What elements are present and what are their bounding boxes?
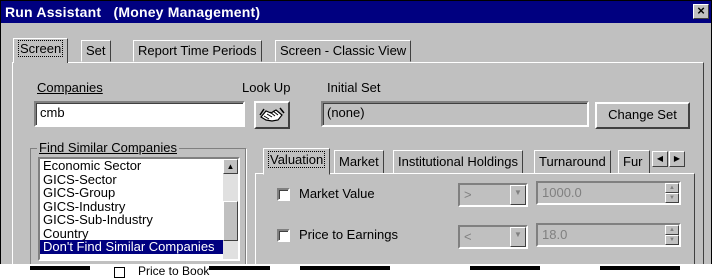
tab-scroll-left-icon[interactable]: ◀ bbox=[652, 151, 668, 167]
market-value-label: Market Value bbox=[299, 186, 375, 201]
subtab-market[interactable]: Market bbox=[334, 150, 384, 174]
tab-set[interactable]: Set bbox=[81, 40, 111, 62]
title-bar[interactable]: Run Assistant (Money Management) × bbox=[1, 1, 711, 23]
handshake-icon bbox=[259, 107, 285, 122]
initial-set-label: Initial Set bbox=[327, 80, 381, 95]
market-value-operator-select[interactable]: > ▼ bbox=[458, 183, 528, 207]
companies-input[interactable]: cmb bbox=[34, 101, 245, 127]
list-item[interactable]: GICS-Group bbox=[40, 186, 238, 200]
price-to-earnings-input[interactable]: 18.0 ▲ ▼ bbox=[536, 223, 681, 247]
price-to-earnings-operator-select[interactable]: < ▼ bbox=[458, 225, 528, 249]
find-similar-label: Find Similar Companies bbox=[37, 140, 179, 155]
spin-down-icon[interactable]: ▼ bbox=[665, 193, 679, 203]
redraw-artifact-strip: Price to Book bbox=[0, 264, 712, 278]
market-value-operator: > bbox=[464, 187, 472, 202]
subtab-fur[interactable]: Fur bbox=[618, 150, 650, 174]
close-icon[interactable]: × bbox=[693, 4, 709, 19]
market-value-checkbox[interactable] bbox=[277, 188, 290, 201]
price-to-book-label: Price to Book bbox=[138, 264, 210, 278]
tab-report-time-periods-label: Report Time Periods bbox=[138, 43, 257, 58]
subtab-turnaround[interactable]: Turnaround bbox=[534, 150, 611, 174]
tab-screen-label: Screen bbox=[18, 40, 64, 57]
price-to-book-checkbox[interactable] bbox=[114, 267, 125, 278]
lookup-button[interactable] bbox=[254, 101, 290, 129]
list-item[interactable]: GICS-Sector bbox=[40, 173, 238, 187]
initial-set-field: (none) bbox=[321, 101, 589, 127]
subtab-turnaround-label: Turnaround bbox=[539, 154, 606, 169]
spin-up-icon[interactable]: ▲ bbox=[665, 183, 679, 193]
window-title: Run Assistant (Money Management) bbox=[5, 4, 261, 20]
artifact-bar bbox=[300, 266, 390, 270]
price-to-earnings-operator: < bbox=[464, 229, 472, 244]
tab-screen-classic-view-label: Screen - Classic View bbox=[280, 43, 407, 58]
list-item[interactable]: Economic Sector bbox=[40, 159, 238, 173]
tab-report-time-periods[interactable]: Report Time Periods bbox=[133, 40, 262, 62]
listbox-scrollbar[interactable]: ▲ bbox=[223, 159, 238, 259]
spin-down-icon[interactable]: ▼ bbox=[665, 235, 679, 245]
price-to-earnings-label: Price to Earnings bbox=[299, 227, 398, 242]
list-item[interactable]: GICS-Industry bbox=[40, 200, 238, 214]
subtab-valuation-label: Valuation bbox=[268, 151, 326, 168]
tab-set-label: Set bbox=[86, 43, 106, 58]
tab-scroll-right-icon[interactable]: ▶ bbox=[669, 151, 685, 167]
artifact-bar bbox=[600, 266, 680, 270]
tab-screen[interactable]: Screen bbox=[13, 38, 69, 63]
price-to-earnings-checkbox[interactable] bbox=[277, 229, 290, 242]
subtab-fur-label: Fur bbox=[623, 154, 643, 169]
artifact-bar bbox=[30, 266, 90, 270]
dropdown-arrow-icon[interactable]: ▼ bbox=[510, 185, 526, 205]
find-similar-listbox[interactable]: Economic Sector GICS-Sector GICS-Group G… bbox=[38, 157, 240, 261]
subtab-market-label: Market bbox=[339, 154, 379, 169]
subtab-institutional-holdings-label: Institutional Holdings bbox=[398, 154, 518, 169]
list-item[interactable]: Country bbox=[40, 227, 238, 241]
dropdown-arrow-icon[interactable]: ▼ bbox=[510, 227, 526, 247]
scroll-up-icon[interactable]: ▲ bbox=[223, 159, 238, 174]
subtab-valuation[interactable]: Valuation bbox=[263, 148, 331, 175]
subtab-institutional-holdings[interactable]: Institutional Holdings bbox=[393, 150, 523, 174]
market-value-input[interactable]: 1000.0 ▲ ▼ bbox=[536, 181, 681, 205]
price-to-earnings-value: 18.0 bbox=[542, 227, 568, 242]
scroll-thumb[interactable] bbox=[223, 201, 238, 241]
companies-label: Companies bbox=[37, 80, 103, 95]
market-value-value: 1000.0 bbox=[542, 185, 582, 200]
tab-screen-classic-view[interactable]: Screen - Classic View bbox=[275, 40, 412, 62]
artifact-bar bbox=[470, 266, 540, 270]
change-set-button[interactable]: Change Set bbox=[595, 102, 690, 129]
spin-up-icon[interactable]: ▲ bbox=[665, 225, 679, 235]
lookup-label: Look Up bbox=[242, 80, 291, 95]
run-assistant-window: Run Assistant (Money Management) × Scree… bbox=[0, 0, 712, 266]
list-item-selected[interactable]: Don't Find Similar Companies bbox=[40, 240, 238, 254]
list-item[interactable]: GICS-Sub-Industry bbox=[40, 213, 238, 227]
